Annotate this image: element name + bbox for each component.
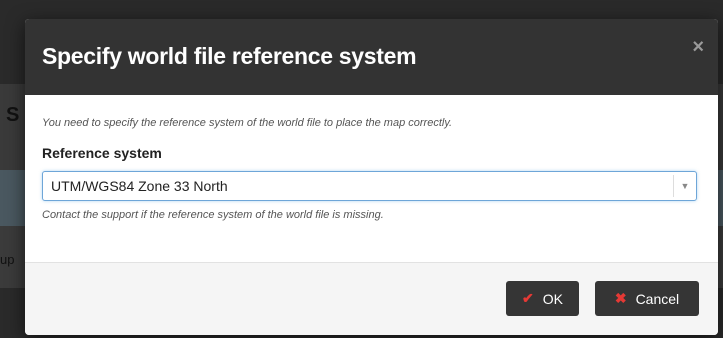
- help-text: Contact the support if the reference sys…: [42, 209, 384, 221]
- dialog-header: Specify world file reference system ×: [25, 19, 718, 95]
- ok-button-label: OK: [542, 290, 563, 307]
- close-icon[interactable]: ×: [692, 37, 704, 57]
- dialog-footer: ✔ OK ✖ Cancel: [25, 262, 718, 335]
- chevron-down-icon[interactable]: ▼: [673, 175, 696, 197]
- intro-text: You need to specify the reference system…: [42, 117, 453, 129]
- reference-system-dialog: Specify world file reference system × Yo…: [25, 19, 718, 335]
- background-text-fragment: up: [0, 252, 15, 267]
- dialog-body: You need to specify the reference system…: [25, 95, 718, 263]
- cancel-button[interactable]: ✖ Cancel: [595, 281, 699, 316]
- select-value: UTM/WGS84 Zone 33 North: [51, 178, 228, 194]
- cancel-button-label: Cancel: [635, 290, 680, 307]
- check-icon: ✔: [522, 290, 534, 306]
- dialog-title: Specify world file reference system: [42, 43, 417, 69]
- reference-system-select[interactable]: UTM/WGS84 Zone 33 North ▼: [42, 171, 697, 201]
- reference-system-label: Reference system: [42, 145, 162, 161]
- close-x-icon: ✖: [614, 290, 627, 306]
- background-heading-fragment: S: [6, 104, 20, 126]
- ok-button[interactable]: ✔ OK: [506, 281, 579, 316]
